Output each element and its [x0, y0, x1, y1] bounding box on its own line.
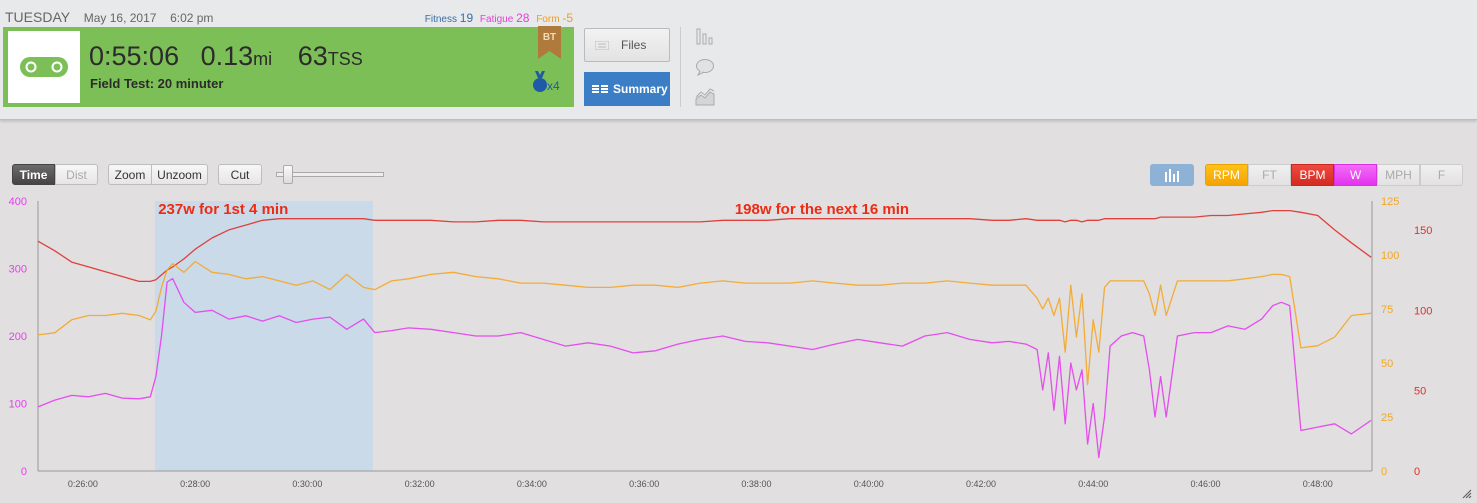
y-tick-bpm: 100: [1414, 305, 1432, 317]
list-icon: [592, 85, 608, 93]
date-label: May 16, 2017: [83, 11, 157, 25]
bookmark-badge-icon: BT: [538, 26, 561, 59]
fatigue-label: Fatigue: [479, 14, 514, 25]
slider-handle[interactable]: [283, 165, 293, 184]
form-label: Form: [536, 14, 560, 25]
y-tick-w: 400: [9, 196, 27, 208]
x-tick-label: 0:30:00: [292, 479, 322, 489]
zoom-button[interactable]: Zoom: [108, 164, 152, 185]
chart-type-button[interactable]: [1150, 164, 1194, 186]
toggle-ft[interactable]: FT: [1248, 164, 1291, 186]
workout-title: Field Test: 20 minuter: [90, 76, 224, 91]
comment-icon[interactable]: [695, 58, 715, 77]
fitness-label: Fitness: [424, 14, 457, 25]
time-label: 6:02 pm: [170, 11, 214, 25]
y-tick-w: 100: [9, 399, 27, 411]
selection-range[interactable]: [154, 201, 373, 471]
distance-unit: mi: [253, 49, 273, 69]
y-tick-bpm: 0: [1414, 466, 1420, 478]
toggle-rpm[interactable]: RPM: [1205, 164, 1248, 186]
form-value: -5: [562, 11, 573, 25]
x-tick-label: 0:42:00: [966, 479, 996, 489]
date-line: TUESDAY May 16, 2017 6:02 pm: [5, 9, 223, 25]
bar-chart-icon: [1165, 168, 1179, 182]
dist-toggle[interactable]: Dist: [55, 164, 98, 185]
duration: 0:55:06: [89, 41, 180, 71]
tss: 63: [297, 41, 328, 71]
time-toggle[interactable]: Time: [12, 164, 55, 185]
y-tick-rpm: 125: [1381, 196, 1399, 208]
bike-chain-icon: [8, 31, 80, 103]
fitness-metrics: Fitness 19 Fatigue 28 Form -5: [425, 11, 573, 25]
medal-count: x4: [547, 79, 560, 93]
fitness-value: 19: [459, 11, 474, 25]
day-label: TUESDAY: [5, 9, 71, 25]
y-tick-bpm: 150: [1414, 225, 1432, 237]
files-button[interactable]: Files: [584, 28, 670, 62]
medal-icon: [533, 71, 547, 92]
x-tick-label: 0:44:00: [1078, 479, 1108, 489]
y-tick-rpm: 75: [1381, 304, 1393, 316]
fatigue-value: 28: [516, 11, 530, 25]
x-tick-label: 0:28:00: [180, 479, 210, 489]
y-tick-bpm: 50: [1414, 386, 1426, 398]
y-tick-rpm: 50: [1381, 358, 1393, 370]
toggle-mph[interactable]: MPH: [1377, 164, 1420, 186]
workout-card[interactable]: 0:55:06 0.13mi 63TSS Field Test: 20 minu…: [3, 26, 574, 107]
cut-button[interactable]: Cut: [218, 164, 262, 185]
summary-button[interactable]: Summary: [584, 72, 670, 106]
workout-header: TUESDAY May 16, 2017 6:02 pm Fitness 19 …: [0, 0, 1477, 120]
badge-text: BT: [543, 32, 556, 43]
x-tick-label: 0:34:00: [517, 479, 547, 489]
annotation-label: 237w for 1st 4 min: [158, 201, 288, 218]
x-tick-label: 0:48:00: [1303, 479, 1333, 489]
y-tick-rpm: 100: [1381, 250, 1399, 262]
toggle-f[interactable]: F: [1420, 164, 1463, 186]
unzoom-button[interactable]: Unzoom: [151, 164, 208, 185]
annotation-label: 198w for the next 16 min: [735, 201, 909, 218]
files-icon: [595, 40, 609, 50]
x-tick-label: 0:32:00: [405, 479, 435, 489]
bar-chart-icon[interactable]: [695, 28, 715, 46]
workout-stats: 0:55:06 0.13mi 63TSS: [89, 41, 381, 72]
y-tick-w: 200: [9, 331, 27, 343]
toggle-w[interactable]: W: [1334, 164, 1377, 186]
divider: [680, 27, 681, 107]
summary-label: Summary: [613, 82, 668, 96]
x-tick-label: 0:38:00: [741, 479, 771, 489]
toggle-bpm[interactable]: BPM: [1291, 164, 1334, 186]
x-tick-label: 0:26:00: [68, 479, 98, 489]
distance: 0.13: [200, 41, 254, 71]
x-tick-label: 0:46:00: [1190, 479, 1220, 489]
resize-handle-icon[interactable]: [1462, 489, 1472, 499]
workout-chart[interactable]: 0 100 200 300 400 0 25 50 75 100 125 0 50 100 150 0:26:…: [0, 195, 1477, 503]
y-tick-w: 0: [21, 466, 27, 478]
files-label: Files: [621, 38, 647, 52]
x-tick-label: 0:36:00: [629, 479, 659, 489]
medal-badge[interactable]: x4: [533, 71, 560, 93]
x-tick-label: 0:40:00: [854, 479, 884, 489]
area-chart-icon[interactable]: [695, 88, 715, 106]
y-tick-w: 300: [9, 264, 27, 276]
tss-unit: TSS: [327, 49, 363, 69]
y-tick-rpm: 0: [1381, 466, 1387, 478]
y-tick-rpm: 25: [1381, 412, 1393, 424]
